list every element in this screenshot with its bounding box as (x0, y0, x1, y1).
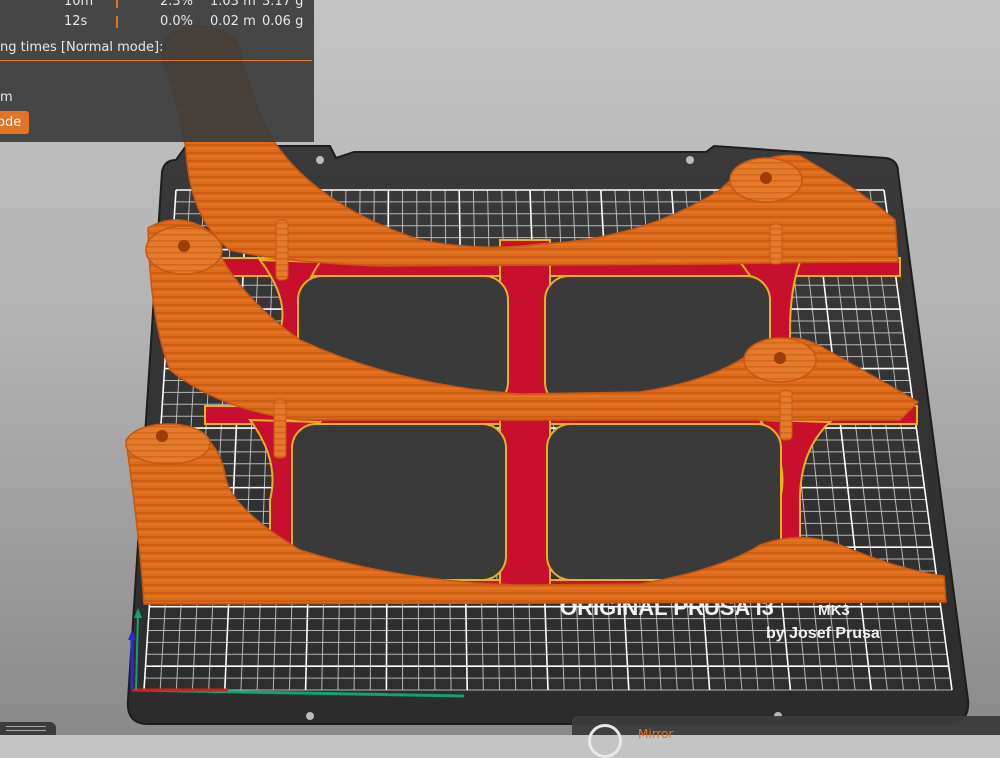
legend-length: 0.02 m (210, 14, 256, 29)
object-toolbar: Mirror (572, 716, 1000, 758)
legend-percent: 2.3% (160, 0, 194, 9)
legend-row: 12s 0.0% 0.02 m 0.06 g (0, 14, 314, 32)
legend-time: 12s (64, 14, 88, 29)
legend-panel: 10m 2.3% 1.03 m 3.17 g 12s 0.0% 0.02 m 0… (0, 0, 314, 142)
legend-color-swatch (116, 16, 118, 28)
mirror-label[interactable]: Mirror (638, 727, 673, 741)
legend-color-swatch (116, 0, 118, 8)
estimated-time-value: m (0, 90, 13, 105)
switch-mode-button[interactable]: ode (0, 111, 29, 134)
bed-brand-line2: by Josef Prusa (766, 625, 880, 642)
legend-length: 1.03 m (210, 0, 256, 9)
legend-percent: 0.0% (160, 14, 194, 29)
estimated-times-title: ng times [Normal mode]: (0, 40, 164, 55)
bed-brand-model: MK3 (818, 602, 850, 619)
mirror-icon[interactable] (588, 724, 622, 758)
legend-time: 10m (64, 0, 94, 9)
legend-weight: 0.06 g (262, 14, 304, 29)
collapse-sidebar-button[interactable] (0, 722, 56, 735)
legend-row: 10m 2.3% 1.03 m 3.17 g (0, 0, 314, 12)
legend-divider (0, 60, 312, 61)
legend-weight: 3.17 g (262, 0, 304, 9)
